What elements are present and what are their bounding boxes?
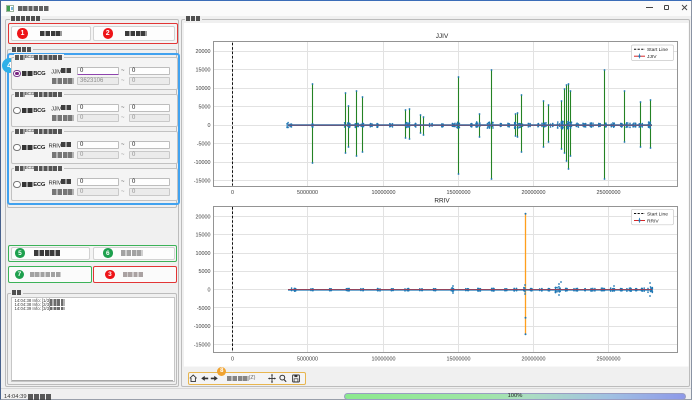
svg-text:-5000: -5000: [197, 141, 211, 147]
svg-text:-15000: -15000: [194, 342, 211, 348]
svg-text:5000000: 5000000: [297, 356, 318, 362]
svg-text:10000000: 10000000: [372, 190, 396, 196]
svg-text:10000000: 10000000: [372, 356, 396, 362]
svg-text:15000000: 15000000: [447, 356, 471, 362]
svg-text:15000: 15000: [196, 233, 211, 239]
svg-text:-10000: -10000: [194, 160, 211, 166]
svg-text:10000: 10000: [196, 86, 211, 92]
svg-text:5000: 5000: [199, 269, 211, 275]
svg-text:0: 0: [231, 356, 234, 362]
svg-text:5000: 5000: [199, 104, 211, 110]
svg-text:0: 0: [231, 190, 234, 196]
svg-text:-10000: -10000: [194, 324, 211, 330]
svg-text:JJIV: JJIV: [436, 33, 449, 40]
svg-text:RRIV: RRIV: [647, 219, 659, 225]
svg-text:15000000: 15000000: [447, 190, 471, 196]
svg-text:25000000: 25000000: [597, 356, 621, 362]
svg-text:JJIV: JJIV: [647, 54, 657, 60]
svg-text:25000000: 25000000: [597, 190, 621, 196]
svg-text:20000: 20000: [196, 49, 211, 55]
svg-text:20000000: 20000000: [522, 190, 546, 196]
svg-text:RRIV: RRIV: [434, 198, 450, 205]
svg-text:5000000: 5000000: [297, 190, 318, 196]
svg-text:20000: 20000: [196, 214, 211, 220]
svg-text:-15000: -15000: [194, 178, 211, 184]
svg-text:10000: 10000: [196, 251, 211, 257]
svg-text:-5000: -5000: [197, 306, 211, 312]
svg-text:0: 0: [208, 123, 211, 129]
svg-text:Start Line: Start Line: [647, 47, 668, 53]
svg-text:0: 0: [208, 288, 211, 294]
svg-text:15000: 15000: [196, 67, 211, 73]
svg-text:20000000: 20000000: [522, 356, 546, 362]
svg-text:Start Line: Start Line: [647, 212, 668, 218]
